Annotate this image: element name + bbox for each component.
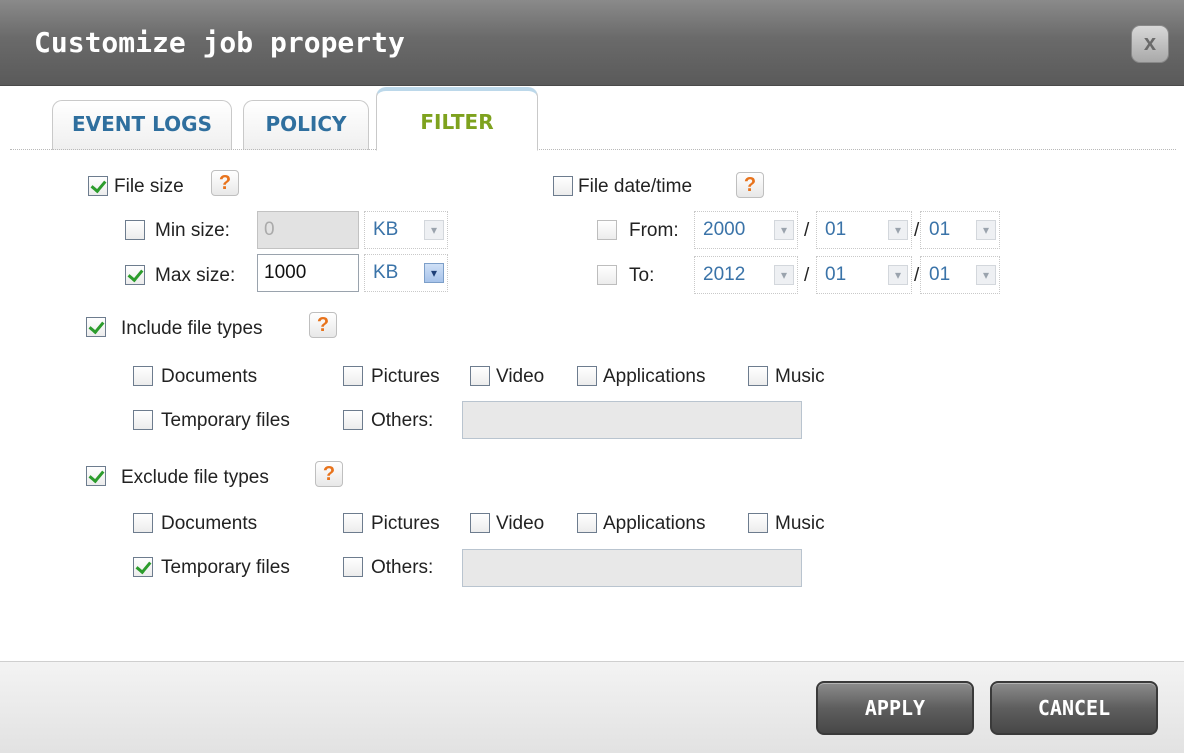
to-separator: /: [804, 265, 810, 286]
exclude-applications-checkbox[interactable]: [577, 513, 597, 533]
include-music-label: Music: [775, 366, 825, 387]
min-size-unit-value: KB: [373, 219, 399, 240]
from-label: From:: [629, 220, 679, 241]
exclude-documents-checkbox[interactable]: [133, 513, 153, 533]
chevron-down-icon: ▾: [888, 265, 908, 285]
min-size-label: Min size:: [155, 220, 230, 241]
include-video-label: Video: [496, 366, 545, 387]
include-applications-label: Applications: [603, 366, 706, 387]
max-size-unit-value: KB: [373, 262, 399, 283]
include-documents-label: Documents: [161, 366, 258, 387]
to-month-select[interactable]: 01 ▾: [816, 256, 912, 294]
exclude-music-label: Music: [775, 513, 825, 534]
exclude-applications-label: Applications: [603, 513, 706, 534]
from-separator: /: [914, 220, 920, 241]
file-date-checkbox[interactable]: [553, 176, 573, 196]
exclude-pictures-checkbox[interactable]: [343, 513, 363, 533]
file-size-checkbox[interactable]: [88, 176, 108, 196]
include-temporary-checkbox[interactable]: [133, 410, 153, 430]
chevron-down-icon: ▾: [976, 220, 996, 240]
include-applications-checkbox[interactable]: [577, 366, 597, 386]
file-date-label: File date/time: [578, 176, 693, 197]
from-checkbox[interactable]: [597, 220, 617, 240]
from-year-select[interactable]: 2000 ▾: [694, 211, 798, 249]
include-others-checkbox[interactable]: [343, 410, 363, 430]
chevron-down-icon: ▾: [976, 265, 996, 285]
dialog-title: Customize job property: [34, 26, 405, 59]
from-year-value: 2000: [703, 219, 746, 240]
include-video-checkbox[interactable]: [470, 366, 490, 386]
include-types-label: Include file types: [121, 318, 263, 339]
apply-button[interactable]: APPLY: [816, 681, 974, 735]
exclude-temporary-label: Temporary files: [161, 557, 290, 578]
include-types-checkbox[interactable]: [86, 317, 106, 337]
exclude-types-checkbox[interactable]: [86, 466, 106, 486]
exclude-temporary-checkbox[interactable]: [133, 557, 153, 577]
from-day-value: 01: [929, 219, 951, 240]
exclude-music-checkbox[interactable]: [748, 513, 768, 533]
chevron-down-icon: ▾: [424, 220, 444, 240]
exclude-video-label: Video: [496, 513, 545, 534]
to-label: To:: [629, 265, 655, 286]
exclude-video-checkbox[interactable]: [470, 513, 490, 533]
tab-divider: [10, 149, 1176, 150]
exclude-types-label: Exclude file types: [121, 467, 269, 488]
to-year-value: 2012: [703, 264, 746, 285]
include-music-checkbox[interactable]: [748, 366, 768, 386]
max-size-checkbox[interactable]: [125, 265, 145, 285]
include-pictures-label: Pictures: [371, 366, 440, 387]
from-month-select[interactable]: 01 ▾: [816, 211, 912, 249]
cancel-button[interactable]: CANCEL: [990, 681, 1158, 735]
close-icon[interactable]: x: [1131, 25, 1169, 63]
tab-policy[interactable]: POLICY: [243, 100, 369, 150]
help-icon[interactable]: ?: [309, 312, 337, 338]
exclude-others-input[interactable]: [462, 549, 802, 587]
chevron-down-icon: ▾: [424, 263, 444, 283]
to-day-select[interactable]: 01 ▾: [920, 256, 1000, 294]
min-size-unit-select[interactable]: KB ▾: [364, 211, 448, 249]
max-size-input[interactable]: 1000: [257, 254, 359, 292]
help-icon[interactable]: ?: [211, 170, 239, 196]
to-day-value: 01: [929, 264, 951, 285]
dialog-titlebar: Customize job property x: [0, 0, 1184, 86]
max-size-label: Max size:: [155, 265, 236, 286]
from-separator: /: [804, 220, 810, 241]
chevron-down-icon: ▾: [774, 265, 794, 285]
min-size-input[interactable]: 0: [257, 211, 359, 249]
exclude-others-label: Others:: [371, 557, 434, 578]
help-icon[interactable]: ?: [736, 172, 764, 198]
include-others-label: Others:: [371, 410, 434, 431]
to-month-value: 01: [825, 264, 847, 285]
from-day-select[interactable]: 01 ▾: [920, 211, 1000, 249]
exclude-pictures-label: Pictures: [371, 513, 440, 534]
file-size-label: File size: [114, 176, 184, 197]
exclude-others-checkbox[interactable]: [343, 557, 363, 577]
include-pictures-checkbox[interactable]: [343, 366, 363, 386]
to-separator: /: [914, 265, 920, 286]
to-checkbox[interactable]: [597, 265, 617, 285]
chevron-down-icon: ▾: [774, 220, 794, 240]
include-temporary-label: Temporary files: [161, 410, 290, 431]
tab-filter[interactable]: FILTER: [376, 87, 538, 151]
chevron-down-icon: ▾: [888, 220, 908, 240]
include-others-input[interactable]: [462, 401, 802, 439]
min-size-checkbox[interactable]: [125, 220, 145, 240]
include-documents-checkbox[interactable]: [133, 366, 153, 386]
tab-event-logs[interactable]: EVENT LOGS: [52, 100, 232, 150]
to-year-select[interactable]: 2012 ▾: [694, 256, 798, 294]
help-icon[interactable]: ?: [315, 461, 343, 487]
max-size-unit-select[interactable]: KB ▾: [364, 254, 448, 292]
exclude-documents-label: Documents: [161, 513, 258, 534]
from-month-value: 01: [825, 219, 847, 240]
